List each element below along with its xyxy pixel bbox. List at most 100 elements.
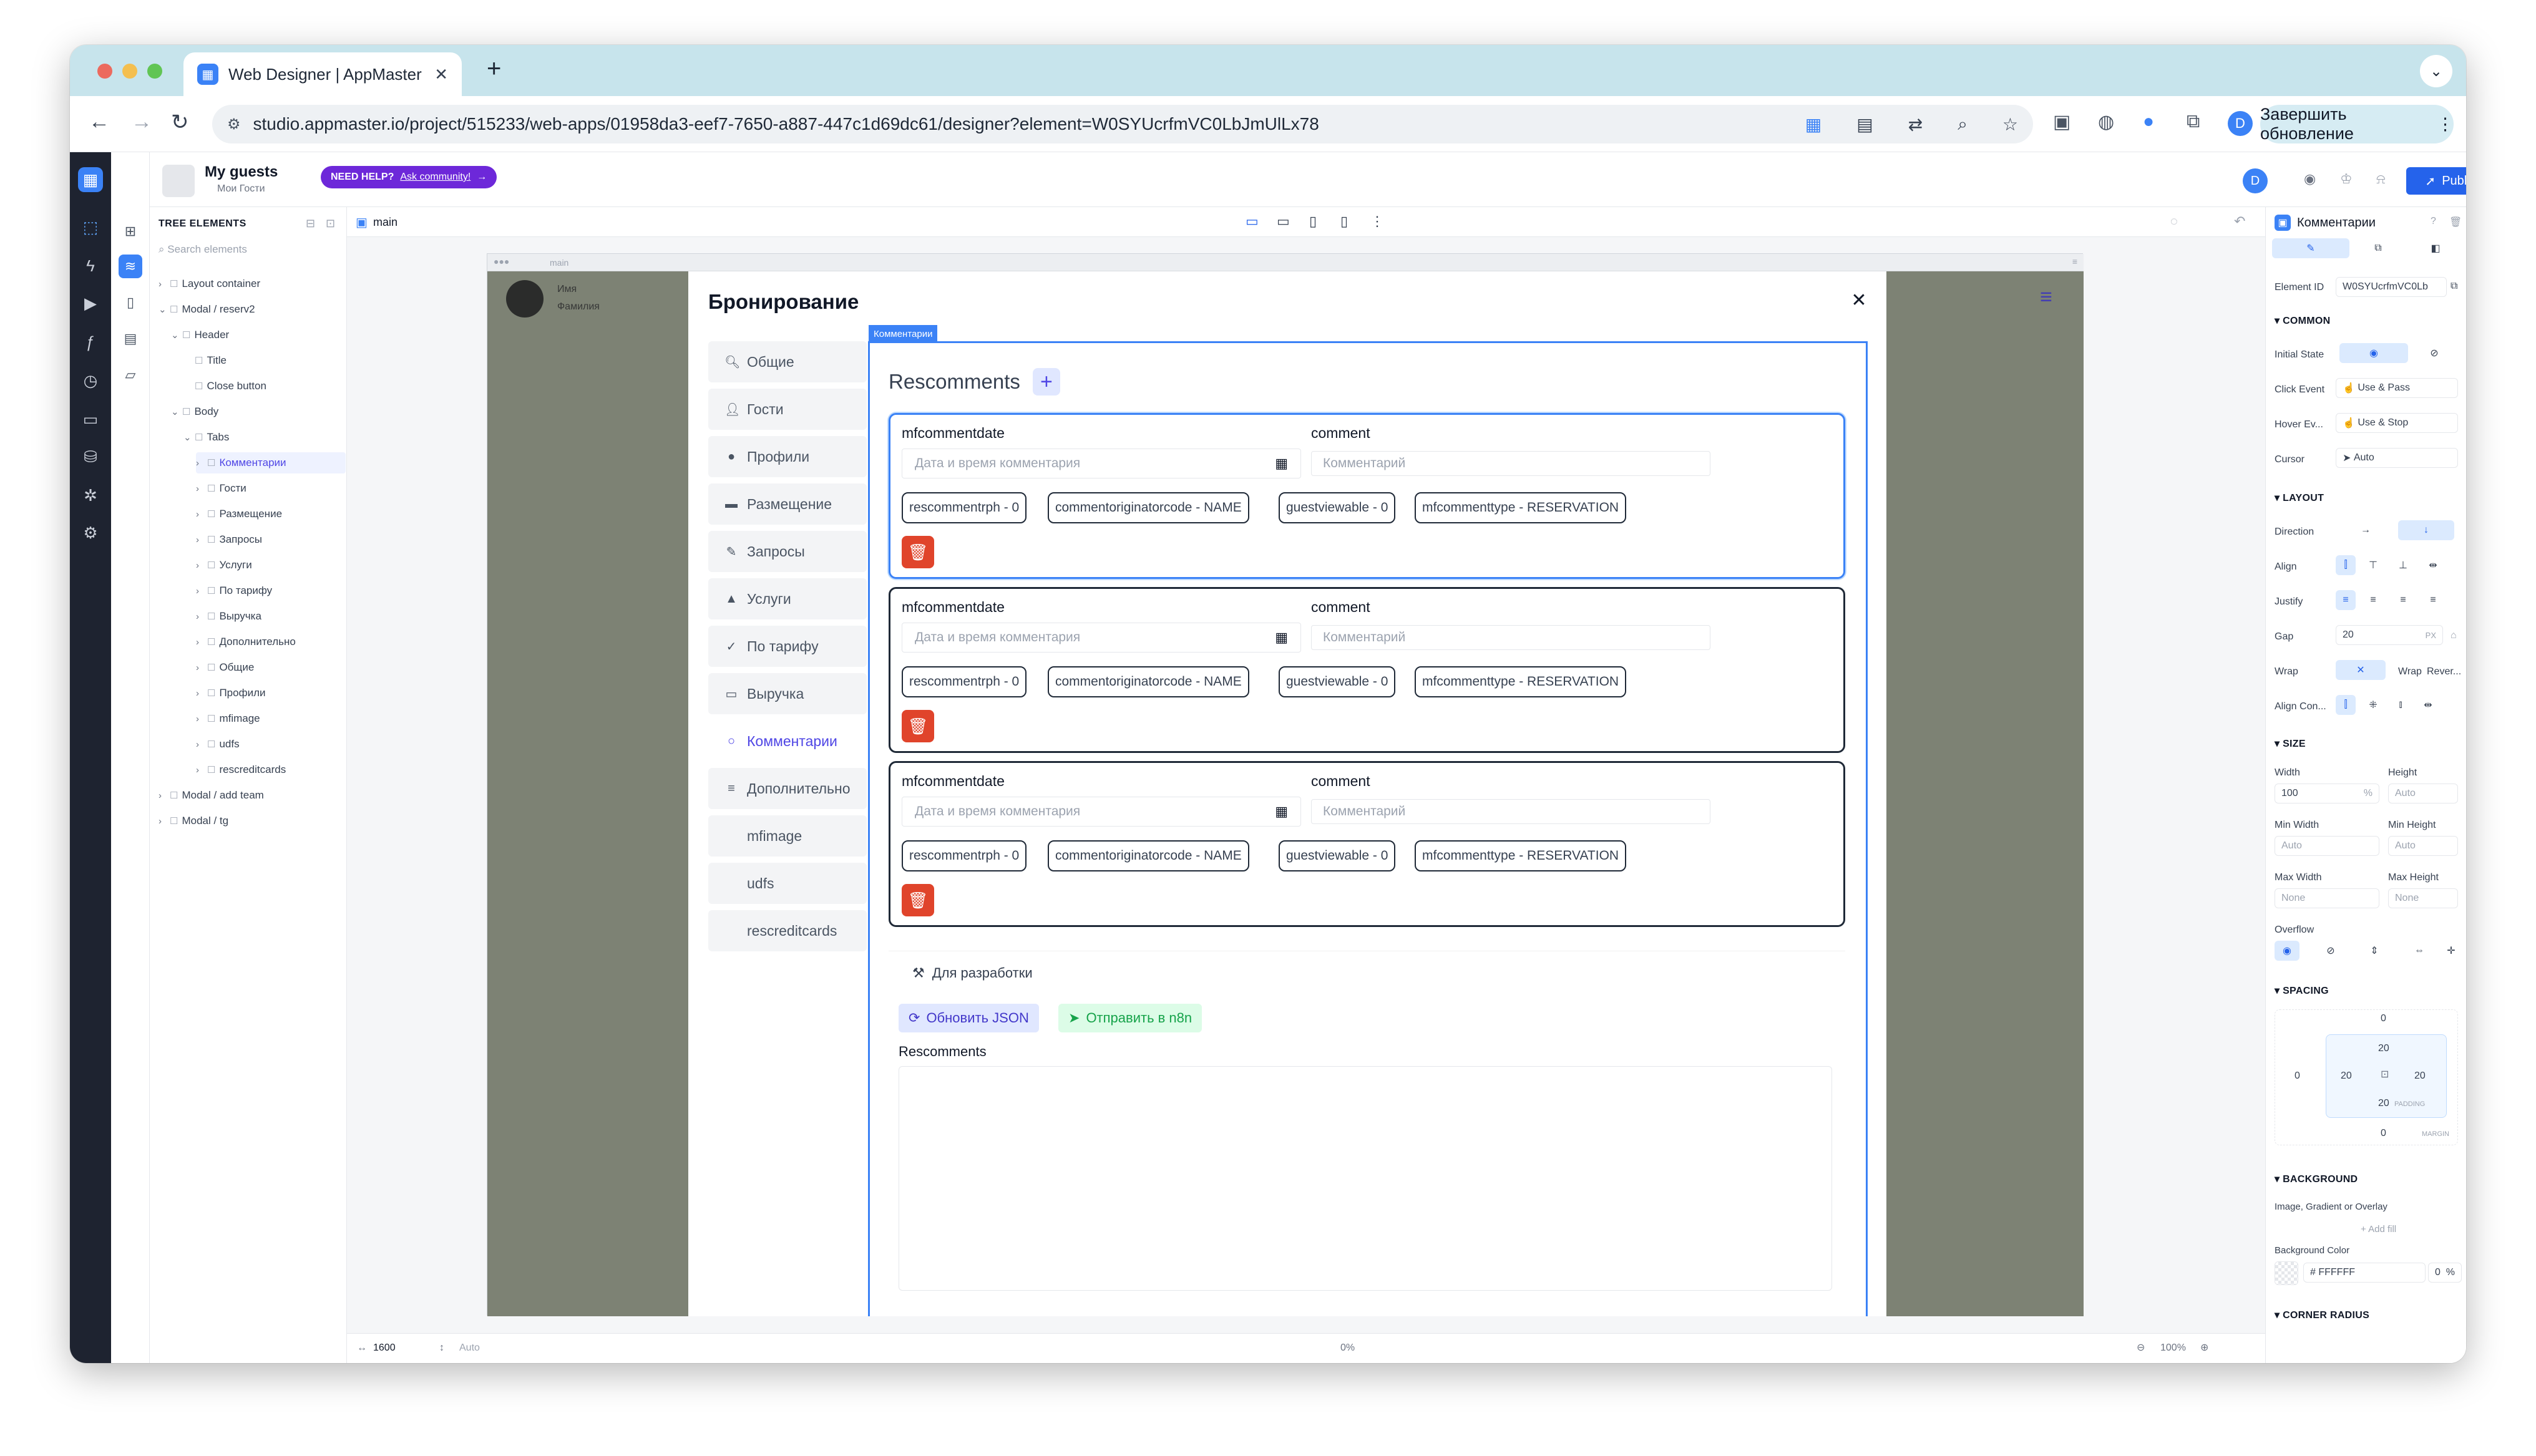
pages-icon[interactable]: ▯ [119,291,142,314]
tree-caret-icon[interactable]: › [158,279,166,289]
tree-caret-icon[interactable]: › [196,586,203,596]
extension-icon[interactable]: ▦ [1805,114,1822,135]
settings-icon[interactable]: ⚙ [78,520,103,545]
side-tab[interactable]: rescreditcards [708,910,867,951]
tree-caret-icon[interactable]: › [196,535,203,545]
width-input[interactable]: 100% [2275,784,2379,803]
preview-eye-icon[interactable]: ◉ [2304,171,2316,187]
publish-button[interactable]: ➚ Publish ⌄ [2406,167,2466,195]
help-icon[interactable]: ? [2431,216,2436,227]
tree-caret-icon[interactable]: › [196,483,203,494]
tree-node[interactable]: › ☐ Услуги [196,555,252,576]
tree-node[interactable]: › ☐ Комментарии [196,452,346,473]
align-content-start-icon[interactable]: ⫿ [2336,695,2356,715]
offset-value[interactable]: 0% [1340,1342,1355,1354]
wrap-reverse-option[interactable]: Rever... [2427,666,2461,677]
tree-node[interactable]: › ☐ mfimage [196,708,260,729]
bg-opacity-input[interactable]: 0% [2428,1263,2462,1283]
side-tab[interactable]: ✎ Запросы [708,531,867,572]
side-tab[interactable]: mfimage [708,815,867,857]
page-tab-label[interactable]: main [373,216,397,229]
tree-caret-icon[interactable]: › [196,662,203,673]
reader-icon[interactable]: ▣ [2053,111,2070,133]
tree-node[interactable]: › ☐ Layout container [158,273,260,294]
project-avatar[interactable] [162,165,195,197]
padding-top-value[interactable]: 20 [2378,1043,2389,1054]
cursor-select[interactable]: ➤ Auto [2336,448,2458,468]
tree-caret-icon[interactable]: ⌄ [171,406,179,417]
delete-comment-button[interactable]: 🗑︎ [902,536,934,568]
tree-node[interactable]: › ☐ udfs [196,734,240,755]
tree-caret-icon[interactable]: ⌄ [183,432,192,443]
data-tab-icon[interactable]: ◧ [2423,238,2448,258]
padding-bottom-value[interactable]: 20 [2378,1098,2389,1109]
tree-node[interactable]: › ☐ По тарифу [196,580,272,601]
max-height-input[interactable]: None [2388,888,2458,908]
tree-node[interactable]: › ☐ Modal / add team [158,785,264,806]
lock-icon[interactable]: ⌂ [2451,630,2457,641]
tree-caret-icon[interactable]: › [196,688,203,699]
expand-icon[interactable]: ⊡ [326,217,335,230]
help-badge[interactable]: NEED HELP? Ask community! → [321,166,497,188]
tree-caret-icon[interactable]: › [196,458,203,468]
margin-left-value[interactable]: 0 [2295,1070,2300,1082]
side-tab[interactable]: 🔍︎ Общие [708,341,867,382]
user-avatar[interactable]: D [2243,168,2268,193]
json-textarea[interactable] [899,1066,1832,1291]
new-tab-button[interactable]: + [487,55,501,83]
copy-icon[interactable]: ⧉ [2451,281,2457,292]
align-center-icon[interactable]: ⊤ [2363,555,2383,575]
tree-node[interactable]: › ☐ Дополнительно [196,631,296,653]
height-input[interactable]: Auto [2388,784,2458,803]
tree-caret-icon[interactable]: › [158,816,166,827]
tree-node[interactable]: › ☐ rescreditcards [196,759,286,780]
crown-icon[interactable]: ♔ [2340,171,2353,187]
tab-search-button[interactable]: ⌄ [2420,55,2452,87]
tree-caret-icon[interactable]: › [196,739,203,750]
color-swatch[interactable] [2275,1261,2298,1285]
justify-end-icon[interactable]: ≡ [2393,590,2413,610]
timer-icon[interactable]: ◷ [78,368,103,393]
wrap-option[interactable]: Wrap [2398,666,2422,677]
click-event-select[interactable]: ☝ Use & Pass [2336,378,2458,398]
lightning-icon[interactable]: ϟ [78,253,103,278]
no-wrap-icon[interactable]: ✕ [2336,660,2386,680]
overflow-x-icon[interactable]: ⇔ [2407,941,2432,961]
common-section[interactable]: ▾ COMMON [2275,314,2331,327]
side-tab[interactable]: udfs [708,863,867,904]
database-icon[interactable]: ⛁ [78,444,103,469]
send-n8n-button[interactable]: ➤ Отправить в n8n [1058,1004,1202,1032]
tree-caret-icon[interactable]: › [196,611,203,622]
reload-icon[interactable]: ↻ [171,110,189,135]
align-content-between-icon[interactable]: ⇹ [2418,695,2438,715]
min-height-input[interactable]: Auto [2388,836,2458,856]
components-icon[interactable]: ▤ [119,327,142,351]
extension-puzzle-icon[interactable]: ◍ [2098,111,2114,133]
tree-node[interactable]: ⌄ ☐ Modal / reserv2 [158,299,255,320]
add-comment-button[interactable]: + [1032,368,1060,396]
zoom-in-icon[interactable]: ⊕ [2200,1341,2208,1354]
extensions-icon[interactable]: ⧉ [2187,111,2200,132]
tree-node[interactable]: ☐ Close button [183,376,266,397]
clipboard-icon[interactable]: ▤ [1856,114,1873,135]
undo-icon[interactable]: ↶ [2234,213,2245,230]
zoom-icon[interactable]: ⌕ [1958,114,1968,135]
side-tab[interactable]: ▬ Размещение [708,483,867,525]
zoom-window-button[interactable] [147,64,162,79]
back-icon[interactable]: ← [89,110,110,134]
more-menu-icon[interactable]: ⋮ [2437,115,2454,134]
designer-icon[interactable]: ⬚ [78,215,103,240]
tree-caret-icon[interactable]: › [196,765,203,775]
padding-right-value[interactable]: 20 [2414,1070,2426,1082]
delete-icon[interactable]: 🗑︎ [2449,216,2462,228]
layers-icon[interactable]: ≋ [119,255,142,278]
tree-caret-icon[interactable]: › [196,509,203,520]
site-info-icon[interactable]: ⚙ [227,115,241,133]
tree-caret-icon[interactable]: › [196,560,203,571]
more-views-icon[interactable]: ⋮ [1370,213,1384,230]
side-tab[interactable]: ▭ Выручка [708,673,867,714]
tree-node[interactable]: ⌄ ☐ Tabs [183,427,229,448]
bookmark-star-icon[interactable]: ☆ [2002,114,2018,135]
visible-state-icon[interactable]: ◉ [2339,343,2408,363]
translate-icon[interactable]: ⇄ [1908,114,1923,135]
